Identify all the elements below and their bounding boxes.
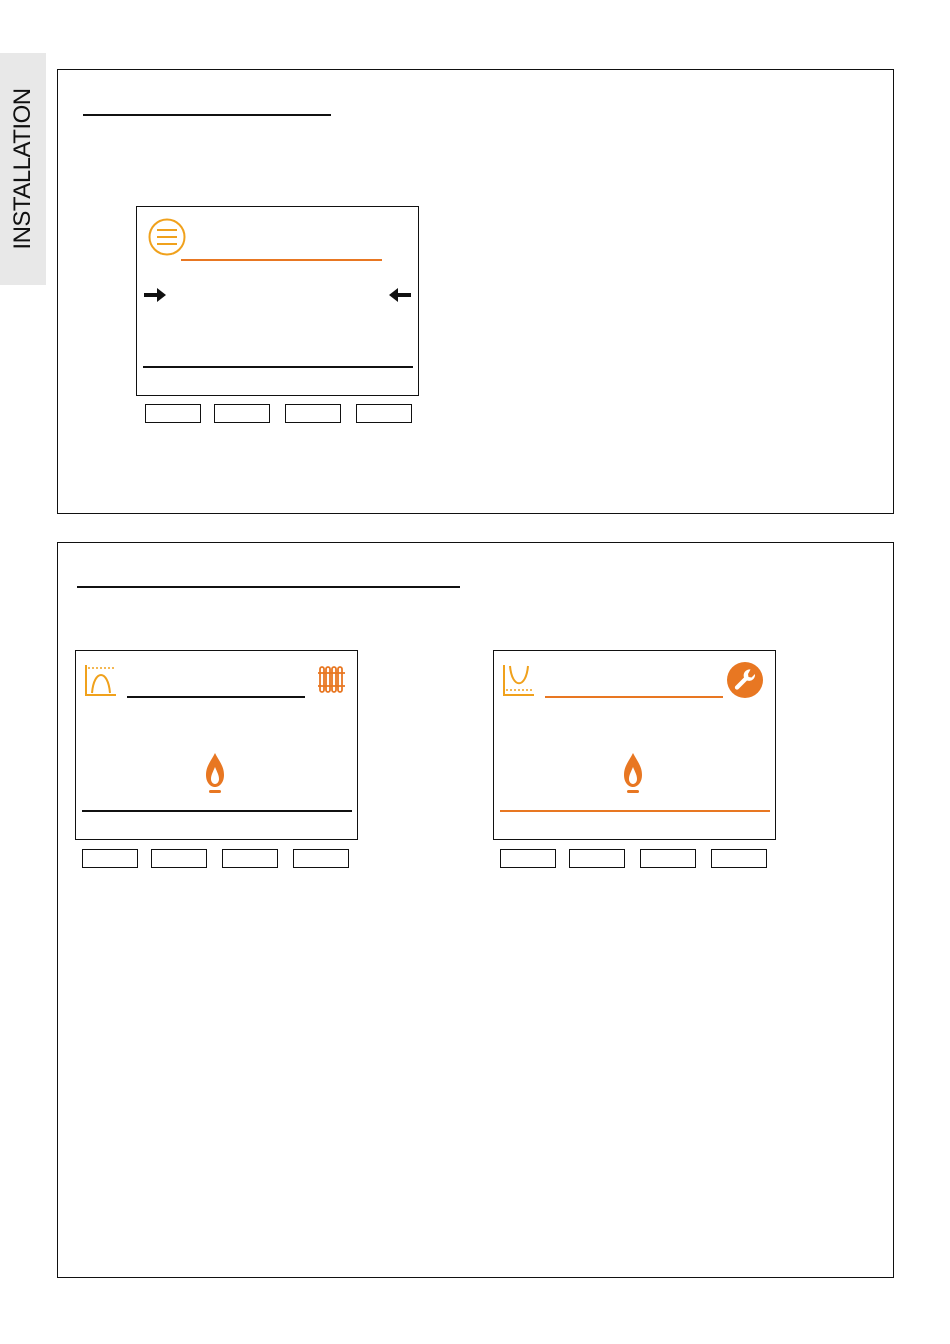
softkey-4[interactable] [293, 849, 349, 868]
menu-title-rule [181, 259, 382, 261]
heating-curve-icon [85, 665, 116, 696]
panel-1-heading-rule [83, 114, 331, 116]
softkey-4[interactable] [711, 849, 767, 868]
flame-icon [624, 753, 642, 793]
heating-title-rule [127, 696, 305, 698]
softkey-3[interactable] [640, 849, 696, 868]
softkey-2[interactable] [214, 404, 270, 423]
menu-icon [148, 218, 186, 256]
softkey-1[interactable] [500, 849, 556, 868]
service-title-rule [545, 696, 723, 698]
arrow-left-icon [389, 288, 411, 302]
softkey-3[interactable] [285, 404, 341, 423]
softkey-4[interactable] [356, 404, 412, 423]
display-screen-heating [75, 650, 358, 840]
softkey-bar-rule [500, 810, 770, 812]
display-screen-menu [136, 206, 419, 396]
panel-2-heading-rule [77, 586, 460, 588]
arrow-right-icon [144, 288, 166, 302]
display-screen-service [493, 650, 776, 840]
softkey-3[interactable] [222, 849, 278, 868]
wrench-icon [727, 662, 763, 698]
softkey-2[interactable] [151, 849, 207, 868]
flame-icon [206, 753, 224, 793]
softkey-2[interactable] [569, 849, 625, 868]
dhw-curve-icon [503, 665, 534, 696]
radiator-icon [318, 666, 345, 693]
section-tab: INSTALLATION [0, 53, 46, 285]
softkey-1[interactable] [82, 849, 138, 868]
section-tab-label: INSTALLATION [9, 88, 36, 250]
softkey-bar-rule [143, 366, 413, 368]
softkey-bar-rule [82, 810, 352, 812]
softkey-1[interactable] [145, 404, 201, 423]
